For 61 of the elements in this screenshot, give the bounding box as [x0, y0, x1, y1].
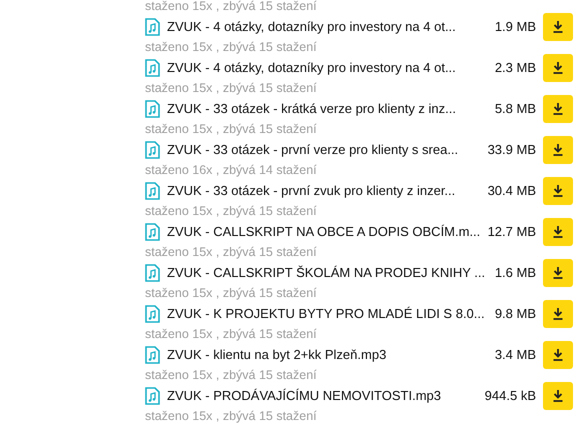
audio-file-icon	[145, 182, 160, 200]
download-icon	[552, 61, 564, 74]
download-icon	[552, 225, 564, 238]
file-name-link[interactable]: ZVUK - K PROJEKTU BYTY PRO MLADÉ LIDI S 8.0...	[167, 304, 495, 324]
file-name-link[interactable]: ZVUK - 33 otázek - první zvuk pro klienty z inzer...	[167, 180, 488, 200]
file-size-text: 944.5 kB	[484, 386, 536, 405]
download-count-text: staženo 15x , zbývá 15 stažení	[144, 123, 318, 135]
file-name-link[interactable]: ZVUK - CALLSKRIPT NA OBCE A DOPIS OBCÍM.m...	[167, 222, 488, 242]
download-button[interactable]	[543, 382, 573, 410]
download-count-text: staženo 15x , zbývá 15 stažení	[144, 328, 318, 340]
audio-file-icon	[145, 346, 160, 364]
download-count-text: staženo 15x , zbývá 15 stažení	[144, 205, 318, 217]
audio-file-icon	[145, 58, 160, 76]
download-icon	[552, 20, 564, 33]
file-name-link[interactable]: ZVUK - CALLSKRIPT ŠKOLÁM NA PRODEJ KNIHY ...	[167, 262, 495, 282]
file-name-link[interactable]: ZVUK - 4 otázky, dotazníky pro investory na 4 ot...	[167, 16, 495, 36]
audio-file-icon	[145, 140, 160, 158]
download-icon	[552, 348, 564, 361]
download-button[interactable]	[543, 136, 573, 164]
download-count-text: staženo 15x , zbývá 15 stažení	[144, 287, 318, 299]
audio-file-icon	[145, 304, 160, 322]
file-size-text: 1.6 MB	[494, 264, 536, 282]
audio-file-icon	[145, 264, 160, 282]
file-name-link[interactable]: ZVUK - PRODÁVAJÍCÍMU NEMOVITOSTI.mp3	[167, 386, 485, 406]
download-icon	[552, 143, 564, 156]
audio-file-icon	[145, 222, 160, 240]
download-count-text: staženo 15x , zbývá 15 stažení	[144, 369, 318, 381]
download-button[interactable]	[543, 300, 573, 328]
download-count-text: staženo 15x , zbývá 15 stažení	[144, 0, 318, 12]
file-size-text: 30.4 MB	[488, 182, 536, 200]
download-count-text: staženo 15x , zbývá 15 stažení	[144, 82, 318, 94]
file-size-text: 12.7 MB	[488, 222, 536, 241]
file-name-link[interactable]: ZVUK - 33 otázek - krátká verze pro klienty z inz...	[167, 98, 495, 118]
download-button[interactable]	[543, 258, 573, 286]
download-count-text: staženo 15x , zbývá 15 stažení	[144, 41, 318, 53]
audio-file-icon	[145, 386, 160, 404]
file-size-text: 1.9 MB	[494, 18, 536, 36]
file-size-text: 5.8 MB	[494, 100, 536, 118]
file-name-link[interactable]: ZVUK - 4 otázky, dotazníky pro investory na 4 ot...	[167, 58, 495, 78]
download-count-text: staženo 15x , zbývá 15 stažení	[144, 246, 318, 258]
download-button[interactable]	[543, 54, 573, 82]
download-icon	[552, 266, 564, 279]
download-button[interactable]	[543, 12, 573, 40]
audio-file-icon	[145, 18, 160, 36]
download-button[interactable]	[543, 218, 573, 246]
download-icon	[552, 102, 564, 115]
audio-file-icon	[145, 100, 160, 118]
download-icon	[552, 184, 564, 197]
file-name-link[interactable]: ZVUK - klientu na byt 2+kk Plzeň.mp3	[167, 344, 495, 364]
download-icon	[552, 307, 564, 320]
download-icon	[552, 389, 564, 402]
download-count-text: staženo 15x , zbývá 15 stažení	[144, 410, 318, 422]
file-name-link[interactable]: ZVUK - 33 otázek - první verze pro klienty s srea...	[167, 140, 488, 160]
file-size-text: 3.4 MB	[494, 346, 536, 364]
download-count-text: staženo 16x , zbývá 14 stažení	[144, 164, 318, 176]
download-button[interactable]	[543, 94, 573, 122]
download-button[interactable]	[543, 340, 573, 368]
download-button[interactable]	[543, 176, 573, 204]
file-size-text: 9.8 MB	[494, 304, 536, 323]
file-size-text: 2.3 MB	[494, 58, 536, 77]
file-size-text: 33.9 MB	[488, 140, 536, 159]
